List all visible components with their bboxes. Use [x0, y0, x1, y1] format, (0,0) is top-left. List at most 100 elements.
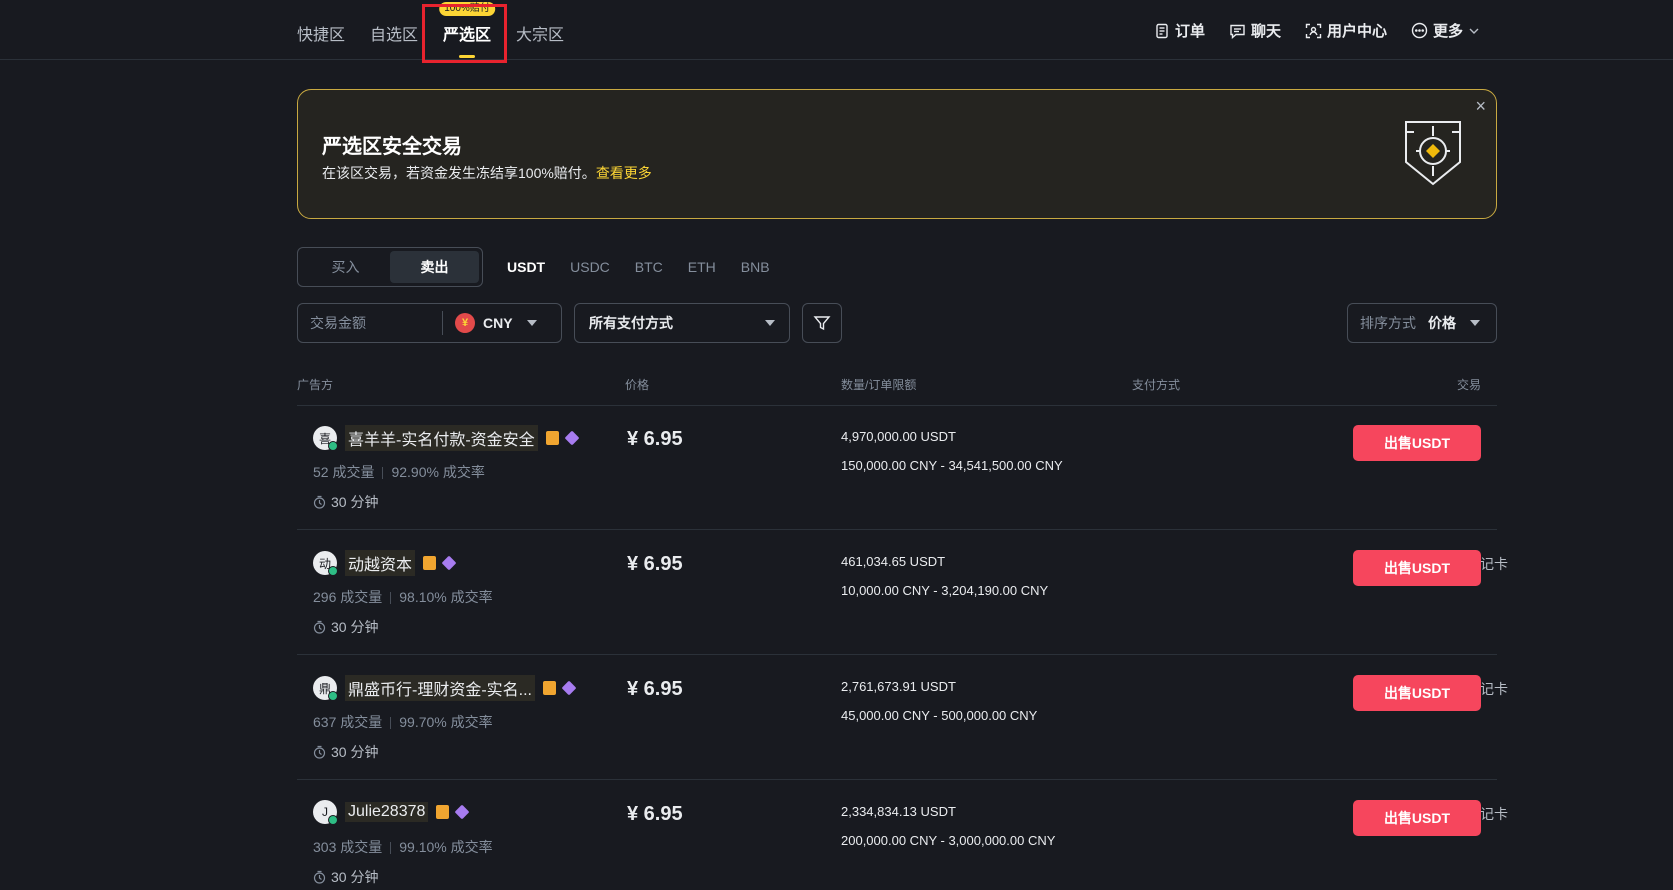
advertiser-stats: 637 成交量 99.70% 成交率 — [313, 712, 493, 732]
user-id-icon — [1305, 23, 1322, 38]
payment-method-select[interactable]: 所有支付方式 — [574, 303, 790, 343]
orders-label: 订单 — [1174, 23, 1205, 40]
table-row: 动动越资本 296 成交量 98.10% 成交率 30 分钟 ¥ 6.95 461,034… — [297, 530, 1508, 655]
available-quantity: 2,761,673.91 USDT — [841, 679, 956, 694]
advertiser-info[interactable]: J Julie28378 — [313, 800, 470, 825]
coin-tab-usdt[interactable]: USDT — [507, 259, 545, 275]
sell-usdt-button[interactable]: 出售USDT — [1353, 550, 1481, 586]
more-label: 更多 — [1432, 23, 1463, 40]
top-right-links: 订单 聊天 用户中心 更多 — [1130, 20, 1484, 41]
payment-method-label: 所有支付方式 — [589, 315, 673, 331]
order-limit: 200,000.00 CNY - 3,000,000.00 CNY — [841, 833, 1056, 848]
sort-label: 排序方式 — [1360, 315, 1416, 331]
available-quantity: 461,034.65 USDT — [841, 554, 946, 569]
trade-count: 637 成交量 — [313, 714, 383, 730]
more-menu[interactable]: 更多 — [1411, 20, 1484, 41]
table-row: 喜喜羊羊-实名付款-资金安全 52 成交量 92.90% 成交率 30 分钟 ¥ 6.9… — [297, 405, 1497, 530]
table-header: 广告方 价格 数量/订单限额 支付方式 交易 — [297, 376, 1497, 406]
tab-express-zone[interactable]: 快捷区 — [297, 21, 345, 60]
coin-tab-usdc[interactable]: USDC — [570, 259, 610, 275]
header-amount: 数量/订单限额 — [841, 378, 917, 392]
buy-toggle-button[interactable]: 买入 — [301, 251, 390, 283]
completion-rate: 99.10% 成交率 — [399, 839, 493, 855]
header-trade: 交易 — [1456, 378, 1481, 392]
timer-icon — [313, 620, 326, 634]
timer-icon — [313, 495, 326, 509]
verified-diamond-icon — [454, 804, 470, 820]
filter-funnel-icon — [813, 316, 831, 331]
shield-icon — [1405, 121, 1461, 186]
sell-usdt-button[interactable]: 出售USDT — [1353, 425, 1481, 461]
sell-toggle-button[interactable]: 卖出 — [390, 251, 479, 283]
advertiser-name[interactable]: Julie28378 — [345, 802, 429, 822]
price-value: ¥ 6.95 — [627, 678, 683, 700]
amount-filter: 交易金额 ¥ CNY — [297, 303, 562, 343]
tab-block-trade-zone[interactable]: 大宗区 — [516, 21, 564, 60]
filter-button[interactable] — [802, 303, 842, 343]
sort-select[interactable]: 排序方式 价格 — [1347, 303, 1497, 343]
caret-down-icon — [765, 320, 775, 326]
currency-select[interactable]: ¥ CNY — [455, 313, 537, 333]
time-limit-label: 30 分钟 — [331, 869, 379, 885]
divider — [390, 717, 392, 730]
close-icon[interactable]: × — [1475, 96, 1486, 117]
advertiser-name[interactable]: 鼎盛币行-理财资金-实名... — [345, 675, 535, 701]
timer-icon — [313, 870, 326, 884]
verified-diamond-icon — [564, 430, 580, 446]
caret-down-icon — [526, 320, 537, 326]
header-price: 价格 — [625, 378, 650, 392]
banner-title: 严选区安全交易 — [322, 136, 462, 158]
trade-count: 303 成交量 — [313, 839, 383, 855]
advertiser-info[interactable]: 鼎鼎盛币行-理财资金-实名... — [313, 675, 577, 701]
divider — [382, 467, 384, 480]
header-payment: 支付方式 — [1132, 378, 1181, 392]
sell-usdt-button[interactable]: 出售USDT — [1353, 675, 1481, 711]
order-limit: 10,000.00 CNY - 3,204,190.00 CNY — [841, 583, 1049, 598]
advertiser-name[interactable]: 喜羊羊-实名付款-资金安全 — [345, 425, 538, 451]
sort-value: 价格 — [1428, 315, 1456, 331]
chevron-down-icon — [1469, 28, 1479, 34]
table-row: J Julie28378 303 成交量 99.10% 成交率 30 分钟 ¥ 6.95 2… — [297, 780, 1508, 890]
coin-tab-btc[interactable]: BTC — [635, 259, 663, 275]
completion-rate: 98.10% 成交率 — [399, 589, 493, 605]
avatar: J — [313, 800, 338, 825]
trade-count: 296 成交量 — [313, 589, 383, 605]
completion-rate: 92.90% 成交率 — [391, 464, 485, 480]
divider — [390, 842, 392, 855]
chat-bubble-icon — [1230, 24, 1245, 39]
user-center-label: 用户中心 — [1326, 23, 1387, 40]
merchant-badge-icon — [545, 431, 559, 445]
advertiser-info[interactable]: 喜喜羊羊-实名付款-资金安全 — [313, 425, 580, 451]
order-limit: 45,000.00 CNY - 500,000.00 CNY — [841, 708, 1038, 723]
tab-custom-zone[interactable]: 自选区 — [370, 21, 418, 60]
cny-flag-icon: ¥ — [455, 313, 475, 333]
header-advertiser: 广告方 — [297, 378, 334, 392]
more-dots-icon — [1411, 22, 1428, 39]
amount-input[interactable]: 交易金额 — [298, 311, 443, 335]
user-center-link[interactable]: 用户中心 — [1305, 20, 1387, 41]
advertiser-stats: 296 成交量 98.10% 成交率 — [313, 587, 493, 607]
advertiser-name[interactable]: 动越资本 — [345, 550, 416, 576]
timer-icon — [313, 745, 326, 759]
verified-diamond-icon — [561, 680, 577, 696]
avatar: 鼎 — [313, 676, 338, 701]
payment-time-limit: 30 分钟 — [313, 492, 378, 512]
banner-learn-more-link[interactable]: 查看更多 — [596, 165, 652, 181]
completion-rate: 99.70% 成交率 — [399, 714, 493, 730]
order-document-icon — [1156, 23, 1168, 38]
chat-label: 聊天 — [1250, 23, 1281, 40]
coin-tab-eth[interactable]: ETH — [688, 259, 716, 275]
divider — [390, 592, 392, 605]
trade-count: 52 成交量 — [313, 464, 375, 480]
sell-usdt-button[interactable]: 出售USDT — [1353, 800, 1481, 836]
orders-link[interactable]: 订单 — [1154, 20, 1205, 41]
banner-description: 在该区交易，若资金发生冻结享100%赔付。查看更多 — [322, 163, 652, 183]
advertiser-info[interactable]: 动动越资本 — [313, 550, 457, 576]
avatar: 喜 — [313, 426, 338, 451]
table-row: 鼎鼎盛币行-理财资金-实名... 637 成交量 99.70% 成交率 30 分钟 ¥ … — [297, 655, 1508, 780]
merchant-badge-icon — [436, 805, 450, 819]
banner-description-text: 在该区交易，若资金发生冻结享100%赔付。 — [322, 165, 596, 181]
advertiser-stats: 52 成交量 92.90% 成交率 — [313, 462, 485, 482]
chat-link[interactable]: 聊天 — [1229, 20, 1281, 41]
coin-tab-bnb[interactable]: BNB — [741, 259, 770, 275]
